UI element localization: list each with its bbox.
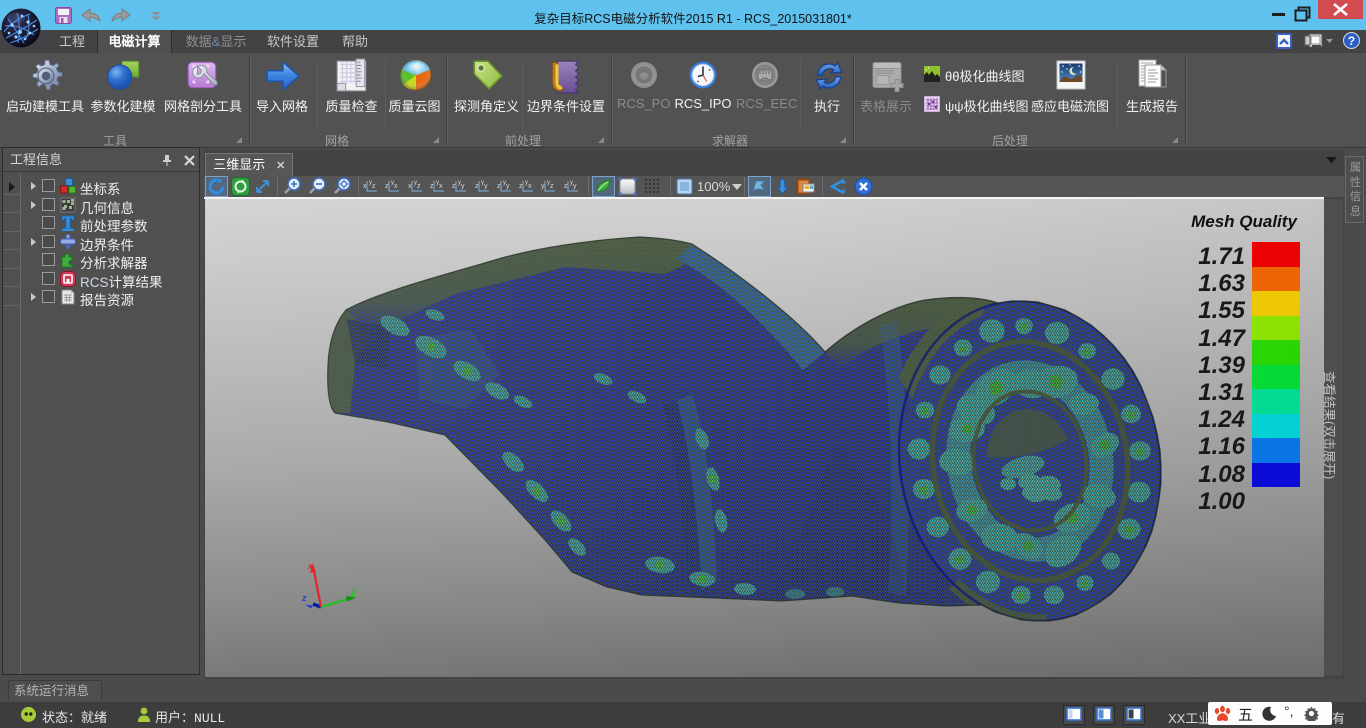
svg-text:z: z <box>519 183 523 190</box>
svg-text:y: y <box>525 180 528 186</box>
svg-text:x: x <box>528 183 532 190</box>
svg-text:x: x <box>408 183 412 190</box>
svg-text:y: y <box>436 180 439 186</box>
svg-text:y: y <box>414 180 417 186</box>
svg-text:x: x <box>394 183 398 190</box>
svg-text:z: z <box>550 183 554 190</box>
svg-text:x: x <box>363 183 367 190</box>
svg-text:z: z <box>452 183 456 190</box>
svg-text:y: y <box>481 180 484 186</box>
svg-text:x: x <box>307 561 314 571</box>
svg-text:z: z <box>430 183 434 190</box>
svg-text:z: z <box>301 593 307 603</box>
svg-text:y: y <box>573 183 577 190</box>
svg-text:z: z <box>372 183 376 190</box>
svg-text:y: y <box>503 180 506 186</box>
svg-text:z: z <box>475 183 479 190</box>
svg-text:z: z <box>497 183 501 190</box>
svg-text:y: y <box>506 183 510 190</box>
svg-text:z: z <box>385 183 389 190</box>
svg-text:y: y <box>458 180 461 186</box>
svg-text:y: y <box>570 180 573 186</box>
svg-text:y: y <box>351 585 358 595</box>
svg-text:z: z <box>564 183 568 190</box>
svg-text:y: y <box>461 183 465 190</box>
svg-text:y: y <box>484 183 488 190</box>
svg-text:x: x <box>439 183 443 190</box>
svg-text:y: y <box>369 180 372 186</box>
svg-text:z: z <box>417 183 421 190</box>
svg-text:y: y <box>547 180 550 186</box>
svg-text:y: y <box>391 180 394 186</box>
svg-text:y: y <box>541 183 545 190</box>
